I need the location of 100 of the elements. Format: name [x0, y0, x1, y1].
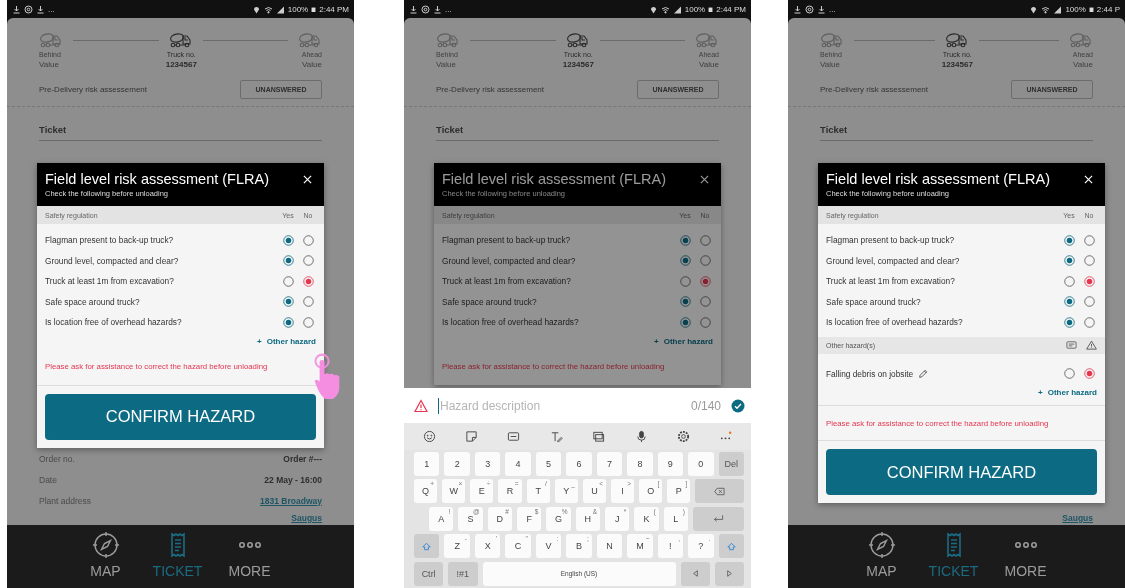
right-arrow-key[interactable]	[714, 561, 744, 586]
mixer-truck-icon	[695, 32, 719, 48]
radio-button[interactable]	[282, 296, 294, 308]
radio-button[interactable]	[1063, 255, 1075, 267]
radio-button[interactable]	[302, 296, 314, 308]
check-icon[interactable]	[731, 398, 745, 413]
radio-button[interactable]	[1063, 296, 1075, 308]
radio-button[interactable]	[699, 275, 711, 287]
radio-button[interactable]	[1063, 316, 1075, 328]
close-icon[interactable]	[700, 175, 709, 184]
keyboard-key[interactable]: Ctrl	[414, 561, 444, 586]
keyboard-key[interactable]: 4	[505, 451, 531, 476]
keyboard-key[interactable]: 1	[414, 451, 440, 476]
ahead-value: Value	[302, 60, 322, 69]
close-icon[interactable]	[303, 175, 312, 184]
keyboard-key[interactable]: 7	[596, 451, 623, 476]
question-text: Truck at least 1m from excavation?	[442, 276, 571, 287]
radio-button[interactable]	[282, 275, 294, 287]
close-icon[interactable]	[1084, 175, 1093, 184]
wifi-icon	[1041, 4, 1051, 14]
radio-button[interactable]	[302, 255, 314, 267]
add-hazard-link[interactable]: + Other hazard	[1038, 388, 1097, 397]
keyboard-key[interactable]: N	[596, 534, 623, 559]
nav-tab[interactable]: MAP	[855, 525, 908, 588]
warning-icon[interactable]	[1086, 340, 1097, 350]
dialog-title: Field level risk assessment (FLRA)	[442, 171, 667, 187]
nav-tab[interactable]: MAP	[79, 525, 132, 588]
sticker-icon[interactable]	[465, 430, 479, 443]
radio-button[interactable]	[679, 316, 691, 328]
ticket-heading: Ticket	[820, 124, 1093, 141]
dialog-title: Field level risk assessment (FLRA)	[45, 171, 270, 187]
pencil-icon[interactable]	[918, 368, 929, 379]
radio-button[interactable]	[1063, 234, 1075, 246]
radio-button[interactable]	[699, 296, 711, 308]
hazard-description-field[interactable]: Hazard description	[438, 397, 681, 414]
radio-button[interactable]	[699, 255, 711, 267]
ticket-heading: Ticket	[39, 124, 322, 141]
compass-icon	[867, 531, 896, 559]
radio-button[interactable]	[302, 316, 314, 328]
clock-time: 2:44 PM	[319, 4, 349, 14]
keyboard-key[interactable]: 5	[535, 451, 562, 476]
backspace-key[interactable]	[695, 479, 744, 504]
radio-button[interactable]	[282, 255, 294, 267]
text-style-icon[interactable]	[549, 430, 563, 443]
shift-icon	[421, 541, 433, 551]
shift-key[interactable]	[718, 534, 744, 559]
radio-button[interactable]	[679, 234, 691, 246]
radio-button[interactable]	[302, 275, 314, 287]
clipboard-icon[interactable]	[592, 430, 606, 443]
keyboard-key[interactable]: 9	[657, 451, 684, 476]
download-icon	[793, 4, 802, 14]
radio-button[interactable]	[282, 316, 294, 328]
add-hazard-link[interactable]: + Other hazard	[654, 336, 713, 346]
radio-button[interactable]	[302, 234, 314, 246]
wifi-icon	[660, 4, 670, 14]
confirm-hazard-button[interactable]: CONFIRM HAZARD	[45, 393, 316, 440]
emoji-icon[interactable]	[422, 430, 436, 443]
shift-key[interactable]	[414, 534, 440, 559]
warning-icon	[414, 398, 428, 413]
mixer-truck-icon	[820, 32, 844, 48]
radio-button[interactable]	[1083, 275, 1095, 287]
radio-button[interactable]	[679, 296, 691, 308]
keyboard-key[interactable]: 2	[444, 451, 470, 476]
keyboard-key[interactable]: 6	[566, 451, 592, 476]
radio-button[interactable]	[1083, 296, 1095, 308]
radio-button[interactable]	[1083, 316, 1095, 328]
mixer-truck-icon	[565, 32, 590, 48]
confirm-hazard-button[interactable]: CONFIRM HAZARD	[826, 449, 1097, 495]
keyboard-key[interactable]: 0	[688, 451, 714, 476]
radio-button[interactable]	[282, 234, 294, 246]
radio-button[interactable]	[679, 255, 691, 267]
truck-number: 1234567	[941, 60, 973, 69]
left-arrow-key[interactable]	[680, 561, 710, 586]
radio-button[interactable]	[1083, 368, 1095, 380]
microphone-icon[interactable]	[634, 430, 648, 443]
radio-button[interactable]	[1083, 234, 1095, 246]
radio-button[interactable]	[1063, 368, 1075, 380]
radio-button[interactable]	[1063, 275, 1075, 287]
keyboard-box-icon[interactable]	[1066, 340, 1077, 350]
nav-tab[interactable]: MORE	[223, 525, 276, 588]
radio-button[interactable]	[1083, 255, 1095, 267]
radio-button[interactable]	[679, 275, 691, 287]
settings-icon[interactable]	[676, 430, 690, 443]
ticket-heading: Ticket	[436, 124, 719, 141]
keyboard-key[interactable]: Del	[718, 451, 744, 476]
battery-percent: 100%	[287, 4, 309, 14]
nav-tab[interactable]: MORE	[999, 525, 1052, 588]
detail-value: Order #---	[283, 453, 322, 464]
detail-value: 22 May - 16:00	[264, 474, 322, 485]
risk-assessment-label: Pre-Delivery risk assessement	[436, 85, 545, 94]
mixer-truck-icon	[298, 32, 322, 48]
radio-button[interactable]	[699, 316, 711, 328]
truck-number: 1234567	[165, 60, 197, 69]
radio-button[interactable]	[699, 234, 711, 246]
add-hazard-link[interactable]: + Other hazard	[257, 336, 316, 346]
behind-value: Value	[820, 60, 841, 69]
keyboard-key[interactable]: !#1	[448, 561, 478, 586]
keyboard-key[interactable]: 3	[474, 451, 501, 476]
dialog-title: Field level risk assessment (FLRA)	[826, 171, 1051, 187]
keyboard-key[interactable]: 8	[627, 451, 653, 476]
